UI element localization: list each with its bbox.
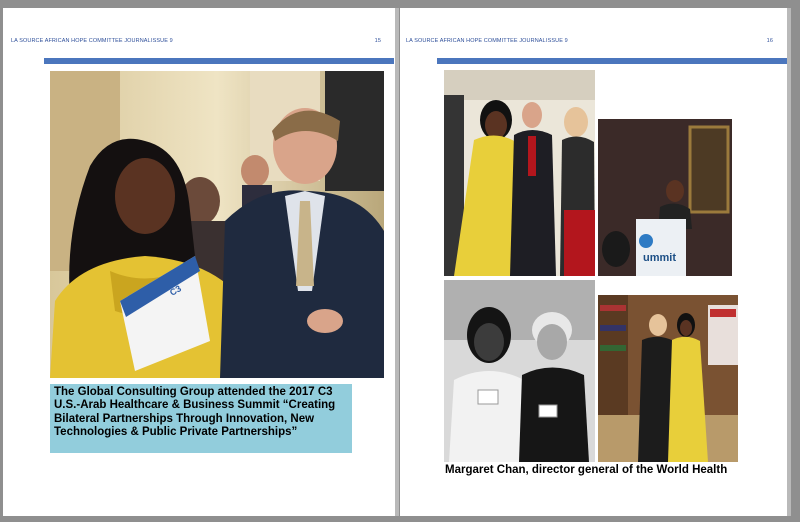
journal-page-left: LA SOURCE AFRICAN HOPE COMMITTEE JOURNAL… <box>3 8 395 516</box>
header-journal-title: LA SOURCE AFRICAN HOPE COMMITTEE JOURNAL <box>406 38 546 44</box>
journal-page-right: LA SOURCE AFRICAN HOPE COMMITTEE JOURNAL… <box>400 8 787 516</box>
photo-group-portrait <box>444 70 595 276</box>
header-issue: ISSUE 9 <box>151 38 173 44</box>
header-accent-bar <box>437 58 787 64</box>
summit-photo-main-image: C3 <box>50 71 384 378</box>
page-gutter <box>395 8 399 516</box>
photo-margaret-chan <box>444 280 595 462</box>
summit-caption: The Global Consulting Group attended the… <box>50 384 352 453</box>
photo-library-reception <box>598 295 738 462</box>
photo-margaret-chan-image <box>444 280 595 462</box>
summit-photo-main: C3 <box>50 71 384 378</box>
page-number: 15 <box>374 38 381 44</box>
photo-library-reception-image <box>598 295 738 462</box>
chan-caption: Margaret Chan, director general of the W… <box>445 464 728 476</box>
podium-sign-text: ummit <box>643 252 676 264</box>
photo-podium-speaker: ummit <box>598 119 732 276</box>
header-journal-title: LA SOURCE AFRICAN HOPE COMMITTEE JOURNAL <box>11 38 151 44</box>
header-issue: ISSUE 9 <box>546 38 568 44</box>
header-accent-bar <box>44 58 394 64</box>
page-edge-right <box>787 8 791 516</box>
page-number: 16 <box>766 38 773 44</box>
photo-group-portrait-image <box>444 70 595 276</box>
photo-podium-speaker-image: ummit <box>598 119 732 276</box>
